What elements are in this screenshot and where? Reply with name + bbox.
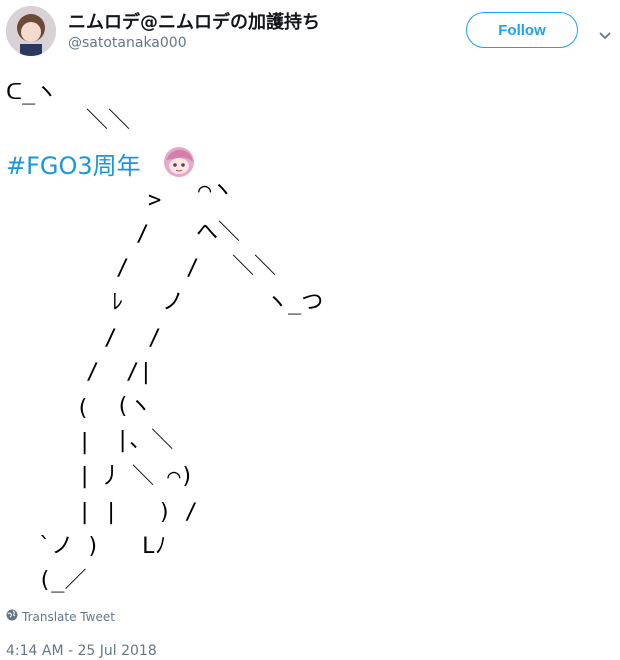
ascii-art-line: ﾚ — [112, 290, 124, 315]
translate-tweet-link[interactable]: Translate Tweet — [6, 609, 115, 624]
ascii-art-line: / — [86, 360, 100, 385]
ascii-art-line: / — [148, 326, 162, 351]
ascii-art-line: ヽ_つ — [266, 290, 324, 315]
ascii-art-line: / — [136, 222, 150, 247]
ascii-art-line: ( — [76, 396, 90, 421]
hashtag-link[interactable]: #FGO3周年 — [6, 146, 141, 181]
ascii-art-line: / — [116, 256, 130, 281]
ascii-art-line: ノ — [162, 290, 185, 315]
ascii-art-line: (_／ — [38, 568, 87, 593]
ascii-art-line: ⌒ヽ — [198, 178, 234, 203]
translate-label: Translate Tweet — [22, 609, 115, 624]
ascii-art-line: | — [78, 464, 92, 489]
ascii-art-line: | — [78, 430, 92, 455]
ascii-art-line: ᑕ_ヽ — [6, 80, 58, 105]
ascii-art-line: ＼＼ — [232, 254, 277, 279]
tweet-timestamp[interactable]: 4:14 AM - 25 Jul 2018 — [6, 643, 157, 659]
avatar[interactable] — [6, 6, 56, 56]
ascii-art-line: / — [104, 326, 118, 351]
mash-face-emoji — [162, 144, 196, 178]
chevron-down-icon[interactable] — [598, 26, 612, 40]
ascii-art-line: `ノ ) — [38, 534, 100, 559]
ascii-art-line: へ＼ — [196, 220, 241, 245]
globe-icon — [6, 609, 18, 624]
ascii-art-line: /| — [126, 360, 153, 385]
ascii-art-line: ) / — [158, 500, 198, 525]
user-handle[interactable]: @satotanaka000 — [68, 35, 187, 51]
ascii-art-line: | | — [78, 500, 118, 525]
display-name[interactable]: ニムロデ@ニムロデの加護持ち — [68, 8, 320, 34]
ascii-art-line: Lﾉ — [142, 534, 167, 559]
follow-button[interactable]: Follow — [466, 12, 578, 48]
ascii-art-line: / — [186, 256, 200, 281]
ascii-art-line: |、＼ — [116, 428, 174, 453]
ascii-art-line: > — [148, 188, 162, 213]
ascii-art-line: 丿 — [100, 464, 123, 489]
ascii-art-line: ＼ ⌒) — [132, 464, 194, 489]
ascii-art-line: (ヽ — [116, 394, 152, 419]
ascii-art-line: ＼＼ — [86, 108, 131, 133]
